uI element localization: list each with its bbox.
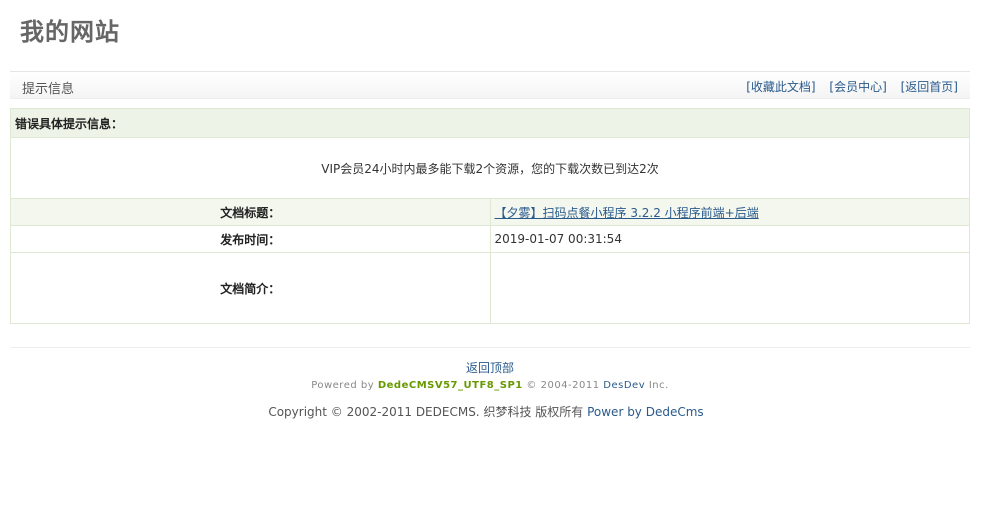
publish-date-value: 2019-01-07 00:31:54 (490, 225, 970, 253)
powered-years: © 2004-2011 (526, 380, 600, 391)
error-header: 错误具体提示信息： (10, 108, 970, 138)
document-title-link[interactable]: 【夕雾】扫码点餐小程序 3.2.2 小程序前端+后端 (495, 206, 759, 220)
document-desc-value (490, 252, 970, 324)
return-home-link[interactable]: [返回首页] (901, 80, 958, 94)
footer-divider (10, 347, 970, 348)
top-links: [收藏此文档] [会员中心] [返回首页] (736, 78, 958, 95)
error-message-row: VIP会员24小时内最多能下载2个资源，您的下载次数已到达2次 (10, 137, 970, 199)
error-info-table: 错误具体提示信息： VIP会员24小时内最多能下载2个资源，您的下载次数已到达2… (10, 108, 970, 324)
powered-product-link[interactable]: DedeCMSV57_UTF8_SP1 (378, 380, 523, 391)
back-to-top: 返回顶部 (0, 359, 980, 376)
powered-prefix: Powered by (311, 380, 375, 391)
error-header-row: 错误具体提示信息： (10, 108, 970, 138)
site-title: 我的网站 (20, 18, 120, 46)
powered-suffix: Inc. (648, 380, 669, 391)
document-title-label: 文档标题： (10, 198, 491, 226)
document-title-cell: 【夕雾】扫码点餐小程序 3.2.2 小程序前端+后端 (490, 198, 970, 226)
back-to-top-link[interactable]: 返回顶部 (466, 361, 514, 375)
powered-by-line: Powered by DedeCMSV57_UTF8_SP1 © 2004-20… (0, 380, 980, 391)
document-desc-label: 文档简介： (10, 252, 491, 324)
powered-dev-link[interactable]: DesDev (603, 380, 645, 391)
copyright-text: Copyright © 2002-2011 DEDECMS. 织梦科技 版权所有 (268, 405, 584, 419)
member-center-link[interactable]: [会员中心] (829, 80, 886, 94)
publish-date-label: 发布时间： (10, 225, 491, 253)
document-title-row: 文档标题： 【夕雾】扫码点餐小程序 3.2.2 小程序前端+后端 (10, 198, 970, 226)
bookmark-document-link[interactable]: [收藏此文档] (746, 80, 815, 94)
document-desc-row: 文档简介： (10, 252, 970, 324)
copyright-line: Copyright © 2002-2011 DEDECMS. 织梦科技 版权所有… (0, 403, 972, 420)
power-by-dedecms-link[interactable]: Power by DedeCms (587, 405, 704, 419)
error-message: VIP会员24小时内最多能下载2个资源，您的下载次数已到达2次 (10, 137, 970, 199)
position-title: 提示信息 (22, 82, 75, 97)
position-bar: 提示信息 [收藏此文档] [会员中心] [返回首页] (10, 72, 970, 99)
publish-date-row: 发布时间： 2019-01-07 00:31:54 (10, 225, 970, 253)
